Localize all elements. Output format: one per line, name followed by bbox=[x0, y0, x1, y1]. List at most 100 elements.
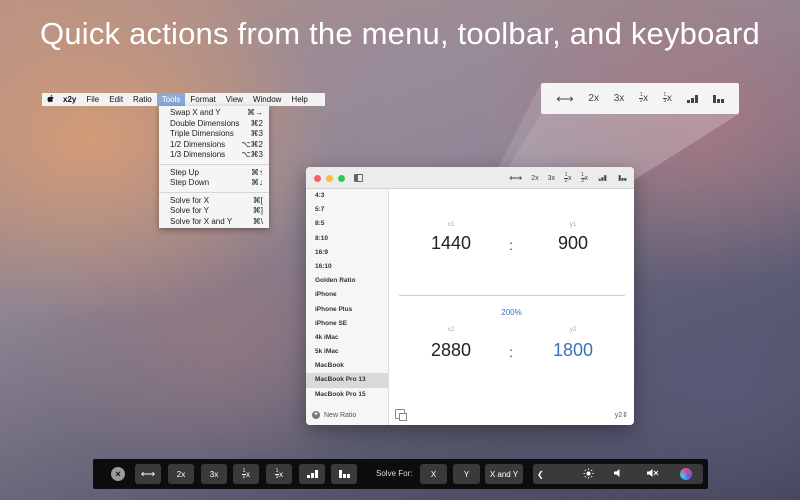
sidebar-item-golden-ratio[interactable]: Golden Ratio bbox=[306, 274, 388, 288]
ratio-panel: x1 y1 1440 : 900 200% x2 y2 2880 : 1800 … bbox=[389, 189, 634, 425]
swap-icon[interactable]: ⟷ bbox=[556, 92, 573, 106]
menu-tools[interactable]: Tools bbox=[156, 93, 186, 106]
tools-menu-dropdown: Swap X and Y ⌘→ Double Dimensions ⌘2 Tripl… bbox=[159, 106, 269, 228]
x2-field[interactable]: 2880 bbox=[411, 340, 491, 361]
menu-item-solve-x[interactable]: Solve for X ⌘[ bbox=[159, 196, 269, 207]
mute-icon[interactable] bbox=[646, 468, 659, 480]
menu-item-step-down[interactable]: Step Down ⌘↓ bbox=[159, 178, 269, 189]
close-window-button[interactable] bbox=[314, 175, 321, 182]
double-button[interactable]: 2x bbox=[588, 93, 599, 104]
up-down-chevron-icon: ⇕ bbox=[622, 412, 628, 419]
tb-half-button[interactable]: 12x bbox=[233, 464, 259, 484]
tb-step-down-button[interactable] bbox=[331, 464, 357, 484]
tb-third-button[interactable]: 13x bbox=[266, 464, 292, 484]
x2-label: x2 bbox=[447, 326, 455, 333]
y2-label: y2 bbox=[569, 326, 577, 333]
triple-button[interactable]: 3x bbox=[614, 93, 625, 104]
swap-icon: ⟷ bbox=[140, 468, 156, 480]
sidebar-item-macbook[interactable]: MacBook bbox=[306, 359, 388, 373]
sidebar-item-iphone[interactable]: iPhone bbox=[306, 288, 388, 302]
double-button[interactable]: 2x bbox=[531, 175, 538, 182]
menu-item-solve-xy[interactable]: Solve for X and Y ⌘\ bbox=[159, 217, 269, 228]
sidebar-item-iphone-plus[interactable]: iPhone Plus bbox=[306, 303, 388, 317]
menu-window[interactable]: Window bbox=[248, 93, 286, 106]
sidebar-item-16-10[interactable]: 16:10 bbox=[306, 260, 388, 274]
step-down-icon[interactable] bbox=[617, 174, 628, 182]
menu-edit[interactable]: Edit bbox=[104, 93, 128, 106]
menu-item-half[interactable]: 1/2 Dimensions ⌥⌘2 bbox=[159, 140, 269, 151]
menu-item-swap[interactable]: Swap X and Y ⌘→ bbox=[159, 108, 269, 119]
step-up-icon[interactable] bbox=[686, 94, 698, 103]
headline: Quick actions from the menu, toolbar, an… bbox=[40, 16, 760, 51]
sidebar-item-iphone-se[interactable]: iPhone SE bbox=[306, 317, 388, 331]
sidebar-item-5k-imac[interactable]: 5k iMac bbox=[306, 345, 388, 359]
menu-item-double[interactable]: Double Dimensions ⌘2 bbox=[159, 119, 269, 130]
volume-icon[interactable] bbox=[613, 468, 623, 480]
zoomed-toolbar: ⟷ 2x 3x 12x 13x bbox=[541, 83, 739, 114]
tb-solve-x-button[interactable]: X bbox=[420, 464, 447, 484]
x1-label: x1 bbox=[447, 221, 455, 228]
expand-chevron-icon[interactable]: ❮ bbox=[537, 470, 544, 479]
sidebar-item-8-10[interactable]: 8:10 bbox=[306, 232, 388, 246]
menu-view[interactable]: View bbox=[221, 93, 248, 106]
menu-ratio[interactable]: Ratio bbox=[128, 93, 157, 106]
sidebar-item-macbook-pro-13[interactable]: MacBook Pro 13 bbox=[306, 373, 388, 388]
zoom-window-button[interactable] bbox=[338, 175, 345, 182]
app-window: ⟷ 2x 3x 12x 13x 4:3 5:7 8:5 8:10 16:9 16… bbox=[306, 167, 634, 425]
copy-icon[interactable] bbox=[395, 409, 407, 421]
touch-bar: × ⟷ 2x 3x 12x 13x Solve For: X Y X and Y… bbox=[93, 459, 708, 489]
sidebar-item-8-5[interactable]: 8:5 bbox=[306, 217, 388, 231]
menu-file[interactable]: File bbox=[81, 93, 104, 106]
tb-step-up-button[interactable] bbox=[299, 464, 325, 484]
half-button[interactable]: 12x bbox=[564, 172, 572, 184]
tb-solve-y-button[interactable]: Y bbox=[453, 464, 480, 484]
menu-item-solve-y[interactable]: Solve for Y ⌘] bbox=[159, 206, 269, 217]
ratio-colon-top: : bbox=[509, 237, 513, 253]
plus-icon: + bbox=[312, 411, 320, 419]
menu-format[interactable]: Format bbox=[185, 93, 220, 106]
divider bbox=[399, 295, 625, 296]
scale-percent: 200% bbox=[501, 308, 522, 317]
sidebar-item-macbook-pro-15[interactable]: MacBook Pro 15 bbox=[306, 388, 388, 402]
step-down-icon[interactable] bbox=[712, 94, 724, 103]
new-ratio-button[interactable]: + New Ratio bbox=[312, 411, 356, 419]
apple-menu-icon[interactable] bbox=[42, 94, 58, 105]
menu-app-x2y[interactable]: x2y bbox=[58, 93, 81, 106]
y1-field[interactable]: 900 bbox=[533, 233, 613, 254]
tb-double-button[interactable]: 2x bbox=[168, 464, 194, 484]
siri-icon[interactable] bbox=[680, 468, 692, 480]
title-bar: ⟷ 2x 3x 12x 13x bbox=[306, 167, 634, 189]
menu-help[interactable]: Help bbox=[286, 93, 312, 106]
minimize-window-button[interactable] bbox=[326, 175, 333, 182]
y2-field[interactable]: 1800 bbox=[533, 340, 613, 361]
third-button[interactable]: 13x bbox=[580, 172, 588, 184]
control-strip: ❮ bbox=[533, 464, 703, 484]
brightness-icon[interactable] bbox=[583, 467, 594, 481]
half-button[interactable]: 12x bbox=[639, 93, 648, 104]
step-up-icon[interactable] bbox=[597, 174, 608, 182]
triple-button[interactable]: 3x bbox=[548, 175, 555, 182]
step-up-icon bbox=[306, 470, 318, 478]
ratio-sidebar: 4:3 5:7 8:5 8:10 16:9 16:10 Golden Ratio… bbox=[306, 189, 389, 425]
tb-triple-button[interactable]: 3x bbox=[201, 464, 227, 484]
menu-separator bbox=[159, 163, 269, 165]
sidebar-item-4k-imac[interactable]: 4k iMac bbox=[306, 331, 388, 345]
solve-for-label: Solve For: bbox=[376, 469, 413, 478]
swap-icon[interactable]: ⟷ bbox=[509, 173, 522, 184]
new-ratio-label: New Ratio bbox=[324, 411, 357, 419]
sidebar-item-5-7[interactable]: 5:7 bbox=[306, 203, 388, 217]
close-icon[interactable]: × bbox=[111, 467, 125, 481]
menu-item-third[interactable]: 1/3 Dimensions ⌥⌘3 bbox=[159, 150, 269, 161]
solve-target-select[interactable]: y2⇕ bbox=[615, 411, 628, 419]
third-button[interactable]: 13x bbox=[662, 93, 672, 104]
tb-solve-xy-button[interactable]: X and Y bbox=[485, 464, 523, 484]
tb-swap-button[interactable]: ⟷ bbox=[135, 464, 161, 484]
x1-field[interactable]: 1440 bbox=[411, 233, 491, 254]
step-down-icon bbox=[338, 470, 350, 478]
menu-separator bbox=[159, 191, 269, 193]
sidebar-toggle-icon[interactable] bbox=[354, 174, 363, 182]
sidebar-item-4-3[interactable]: 4:3 bbox=[306, 189, 388, 203]
menu-item-triple[interactable]: Triple Dimensions ⌘3 bbox=[159, 129, 269, 140]
menu-item-step-up[interactable]: Step Up ⌘↑ bbox=[159, 168, 269, 179]
sidebar-item-16-9[interactable]: 16:9 bbox=[306, 246, 388, 260]
